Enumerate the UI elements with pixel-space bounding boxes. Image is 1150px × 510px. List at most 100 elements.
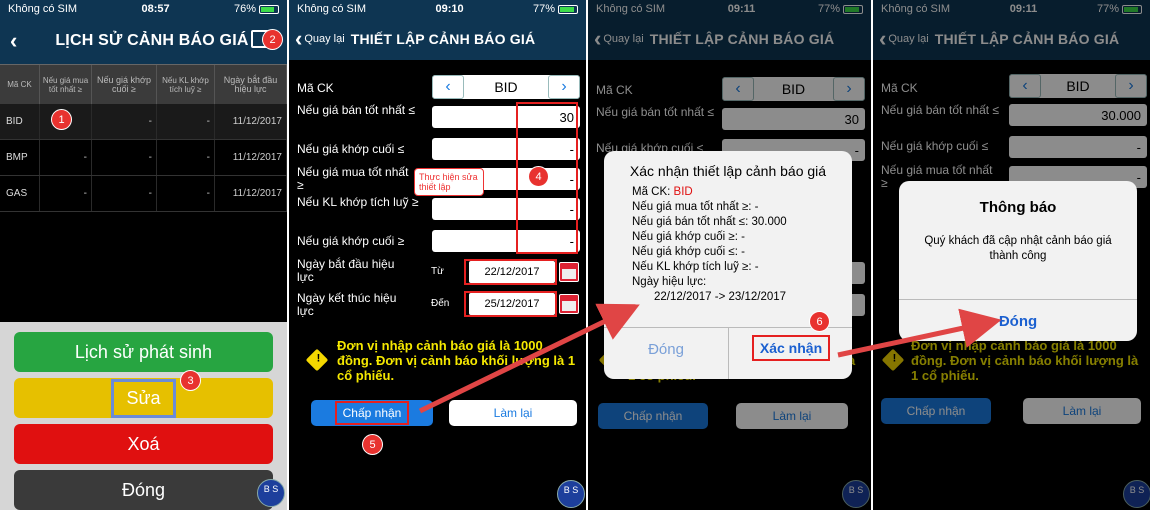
label-last-ge: Nếu giá khớp cuối ≥ [297, 234, 405, 248]
row-value: - [92, 140, 157, 175]
row-value: - [157, 140, 215, 175]
row-code: BID [0, 104, 40, 139]
reset-button[interactable]: Làm lại [449, 400, 577, 426]
col-header-start-date[interactable]: Ngày bắt đầu hiệu lực [215, 65, 287, 104]
table-row[interactable]: BID - - - 11/12/2017 [0, 104, 287, 140]
dialog-line: 22/12/2017 -> 23/12/2017 [654, 291, 787, 303]
label-start-date: Ngày bắt đầu hiệu lực [297, 257, 395, 284]
close-button[interactable]: Đóng [14, 470, 273, 510]
battery-icon [258, 4, 279, 14]
edit-button-label: Sửa [111, 378, 176, 418]
edit-button[interactable]: Sửa [14, 378, 273, 418]
dialog-close-button[interactable]: Đóng [899, 313, 1137, 330]
label-end-date: Ngày kết thúc hiệu lực [297, 291, 397, 318]
step-badge-4: 4 [529, 167, 548, 186]
back-chevron-icon[interactable]: ‹ [0, 28, 27, 54]
step-badge-2: 2 [263, 30, 282, 49]
dialog-divider [899, 299, 1137, 300]
bs-logo-icon[interactable]: B S [557, 480, 585, 508]
warning-icon: ! [305, 348, 329, 372]
col-header-code[interactable]: Mã CK [0, 65, 40, 104]
to-label: Đến [431, 298, 450, 309]
accept-button[interactable]: Chấp nhận [311, 400, 433, 426]
dialog-body: Mã CK: BID Nếu giá mua tốt nhất ≥: - Nếu… [604, 179, 852, 305]
page-title: LỊCH SỬ CẢNH BÁO GIÁ [55, 32, 249, 49]
clock-text: 08:57 [141, 3, 170, 15]
clock-text: 09:10 [435, 3, 464, 15]
calendar-icon[interactable] [559, 262, 579, 282]
warning-text: Đơn vị nhập cảnh báo giá là 1000 đồng. Đ… [337, 338, 576, 383]
action-sheet: Lịch sử phát sinh Sửa Xoá Đóng [0, 322, 287, 510]
dialog-close-button[interactable]: Đóng [604, 341, 728, 358]
carrier-text: Không có SIM [8, 3, 78, 15]
screen-confirm: Không có SIM 09:11 77% ‹ Quay lại THIẾT … [588, 0, 871, 510]
row-value: - [40, 176, 92, 211]
dialog-line-code: Mã CK: BID [632, 186, 693, 198]
calendar-icon[interactable] [559, 294, 579, 314]
dialog-line: Nếu giá mua tốt nhất ≥: - [632, 201, 759, 213]
label-best-buy: Nếu giá mua tốt nhất ≥ [297, 165, 409, 192]
accept-button-label: Chấp nhận [334, 401, 410, 425]
step-badge-3: 3 [181, 371, 200, 390]
step-badge-6: 6 [810, 312, 829, 331]
carrier-text: Không có SIM [297, 3, 367, 15]
dialog-message: Quý khách đã cập nhật cảnh báo giá thành… [924, 235, 1112, 262]
dialog-line: Nếu KL khớp tích luỹ ≥: - [632, 261, 759, 273]
dialog-title: Thông báo [979, 199, 1057, 216]
delete-button[interactable]: Xoá [14, 424, 273, 464]
dialog-confirm-label: Xác nhận [751, 335, 831, 361]
step-badge-5: 5 [363, 435, 382, 454]
label-best-sell: Nếu giá bán tốt nhất ≤ [297, 103, 416, 117]
col-header-volume[interactable]: Nếu KL khớp tích luỹ ≥ [157, 65, 215, 104]
screen-alert-history: Không có SIM 08:57 76% ‹ LỊCH SỬ CẢNH BÁ… [0, 0, 287, 510]
edit-tooltip: Thực hiện sửa thiết lập [414, 168, 484, 196]
row-value: - [157, 104, 215, 139]
label-last-le: Nếu giá khớp cuối ≤ [297, 142, 405, 156]
stock-code-value: BID [494, 79, 518, 95]
battery-icon [557, 4, 578, 14]
row-value: - [92, 104, 157, 139]
row-code: GAS [0, 176, 40, 211]
highlight-end-date [464, 291, 557, 317]
back-chevron-icon[interactable]: ‹ [289, 26, 304, 52]
bs-logo-icon[interactable]: B S [257, 479, 285, 507]
stock-code-selector[interactable]: ‹ BID › [432, 75, 580, 99]
status-bar: Không có SIM 08:57 76% [0, 0, 287, 18]
chevron-right-icon[interactable]: › [548, 75, 580, 99]
page-title: THIẾT LẬP CẢNH BÁO GIÁ [350, 31, 536, 47]
history-button[interactable]: Lịch sử phát sinh [14, 332, 273, 372]
back-link[interactable]: Quay lại [304, 33, 344, 45]
dialog-line: Nếu giá khớp cuối ≤: - [632, 246, 745, 258]
table-row[interactable]: BMP - - - 11/12/2017 [0, 140, 287, 176]
notification-dialog: Thông báo Quý khách đã cập nhật cảnh báo… [899, 181, 1137, 341]
col-header-last-price[interactable]: Nếu giá khớp cuối ≥ [92, 65, 157, 104]
screen-setup-form: Không có SIM 09:10 77% ‹ Quay lại THIẾT … [289, 0, 586, 510]
navbar: ‹ Quay lại THIẾT LẬP CẢNH BÁO GIÁ [289, 18, 586, 60]
dialog-divider [728, 327, 729, 379]
row-value: - [157, 176, 215, 211]
step-badge-1: 1 [52, 110, 71, 129]
row-code: BMP [0, 140, 40, 175]
battery-indicator: 77% [533, 3, 578, 15]
row-value: - [40, 140, 92, 175]
status-bar: Không có SIM 09:10 77% [289, 0, 586, 18]
dialog-title: Xác nhận thiết lập cảnh báo giá [629, 163, 827, 179]
dialog-line: Nếu giá khớp cuối ≥: - [632, 231, 745, 243]
dialog-confirm-button[interactable]: Xác nhận [730, 335, 852, 361]
highlight-start-date [464, 259, 557, 285]
dialog-line: Ngày hiệu lực: [632, 276, 707, 288]
chevron-left-icon[interactable]: ‹ [432, 75, 464, 99]
dialog-line: Nếu giá bán tốt nhất ≤: 30.000 [632, 216, 787, 228]
row-value: - [92, 176, 157, 211]
screen-notification: Không có SIM 09:11 77% ‹ Quay lại THIẾT … [873, 0, 1150, 510]
row-date: 11/12/2017 [215, 104, 287, 139]
table-header: Mã CK Nếu giá mua tốt nhất ≥ Nếu giá khớ… [0, 64, 287, 104]
label-volume: Nếu KL khớp tích luỹ ≥ [297, 195, 419, 209]
navbar: ‹ LỊCH SỬ CẢNH BÁO GIÁ [0, 18, 287, 64]
battery-indicator: 76% [234, 3, 279, 15]
table-row[interactable]: GAS - - - 11/12/2017 [0, 176, 287, 212]
label-code: Mã CK [297, 81, 334, 95]
from-label: Từ [431, 266, 444, 277]
col-header-best-buy[interactable]: Nếu giá mua tốt nhất ≥ [40, 65, 92, 104]
confirm-dialog: Xác nhận thiết lập cảnh báo giá Mã CK: B… [604, 151, 852, 379]
